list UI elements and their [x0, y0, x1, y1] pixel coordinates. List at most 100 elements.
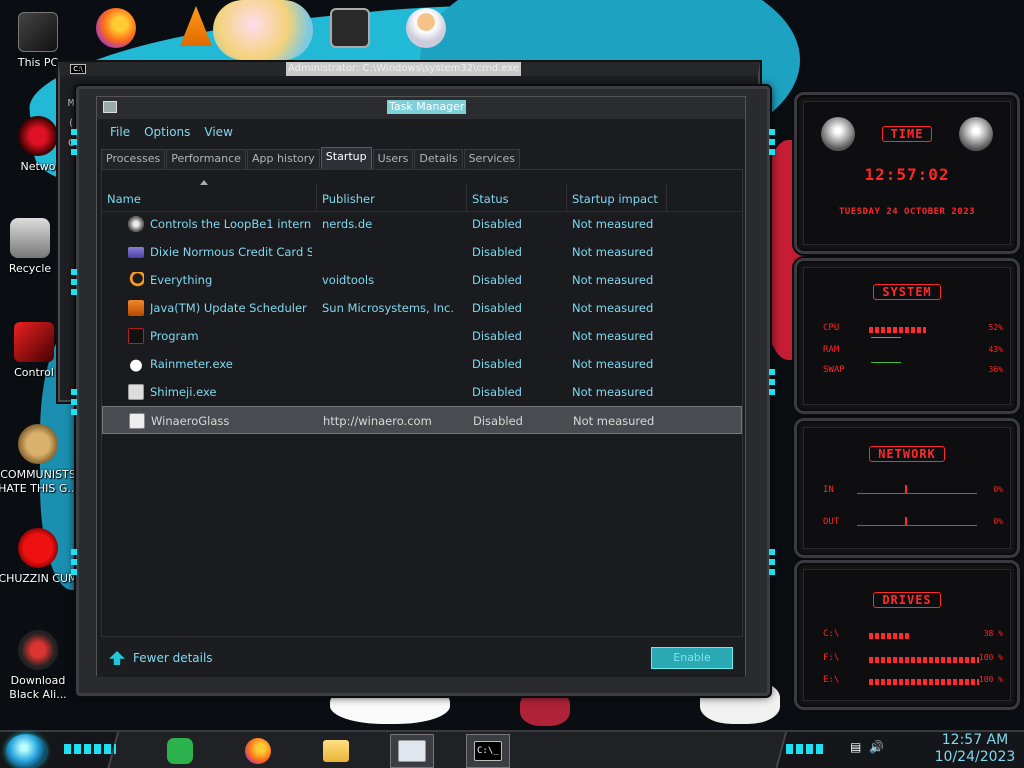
taskbar-cmd[interactable]: C:\_ — [466, 734, 510, 768]
table-row[interactable]: Everything voidtools Disabled Not measur… — [102, 266, 742, 294]
desktop-icon-firefox[interactable] — [74, 8, 158, 52]
title-bar[interactable]: Task Manager — [97, 97, 745, 119]
table-row[interactable]: Controls the LoopBe1 intern... nerds.de … — [102, 210, 742, 238]
tab-processes[interactable]: Processes — [101, 149, 166, 169]
table-row[interactable]: Program Disabled Not measured — [102, 322, 742, 350]
table-row[interactable]: Rainmeter.exe Disabled Not measured — [102, 350, 742, 378]
network-out-graph — [857, 517, 977, 526]
drive-c-bar — [869, 633, 911, 639]
column-header-startup-impact[interactable]: Startup impact — [572, 192, 658, 206]
network-tray-icon[interactable]: ▤ — [850, 740, 861, 754]
tab-bar: Processes Performance App history Startu… — [101, 147, 521, 169]
tab-users[interactable]: Users — [372, 149, 414, 169]
chuzzle-icon — [18, 528, 58, 568]
desktop-icon-doctor[interactable] — [384, 8, 468, 52]
fewer-details-label: Fewer details — [133, 651, 213, 665]
money-bag-icon — [18, 424, 58, 464]
file-explorer-icon — [323, 740, 349, 762]
desktop-icon-maze[interactable] — [308, 8, 392, 52]
cmd-icon: C:\_ — [474, 741, 502, 761]
doctor-icon — [406, 8, 446, 48]
tab-performance[interactable]: Performance — [166, 149, 246, 169]
drive-row-c: C:\ 38 % — [823, 629, 1003, 639]
taskbar-task-manager[interactable] — [390, 734, 434, 768]
cmd-window-title: Administrator: C:\Windows\system32\cmd.e… — [286, 62, 522, 76]
anime-character-icon — [213, 0, 313, 60]
taskbar-feedly[interactable] — [158, 734, 202, 768]
drive-row-e: E:\ 100 % — [823, 675, 1003, 685]
taskbar-firefox[interactable] — [236, 734, 280, 768]
system-row-ram: RAM 43% — [823, 345, 1003, 355]
maze-app-icon — [330, 8, 370, 48]
drive-row-f: F:\ 100 % — [823, 653, 1003, 663]
clock-date: 10/24/2023 — [934, 749, 1016, 765]
column-header-row: Name Publisher Status Startup impact — [102, 170, 742, 212]
taskbar: C:\_ ▤ 🔊 12:57 AM 10/24/2023 — [0, 730, 1024, 768]
desktop-icon-communists[interactable]: COMMUNISTS HATE THIS G... — [0, 424, 80, 496]
column-header-status[interactable]: Status — [472, 192, 509, 206]
drive-f-bar — [869, 657, 979, 663]
desktop-icon-label: COMMUNISTS HATE THIS G... — [0, 468, 78, 495]
system-gadget-title: SYSTEM — [873, 284, 941, 300]
system-row-swap: SWAP 36% — [823, 365, 1003, 375]
table-row[interactable]: Java(TM) Update Scheduler Sun Microsyste… — [102, 294, 742, 322]
drive-e-bar — [869, 679, 979, 685]
start-button[interactable] — [6, 734, 46, 768]
table-row[interactable]: Dixie Normous Credit Card S... Disabled … — [102, 238, 742, 266]
drives-gadget: DRIVES C:\ 38 % F:\ 100 % E:\ 100 % — [794, 560, 1020, 710]
recycle-bin-icon — [10, 218, 50, 258]
tab-services[interactable]: Services — [463, 149, 520, 169]
gadget-date: TUESDAY 24 OCTOBER 2023 — [838, 207, 976, 217]
program-icon — [128, 328, 144, 344]
time-gadget: TIME 12:57:02 TUESDAY 24 OCTOBER 2023 — [794, 92, 1020, 254]
startup-list: Name Publisher Status Startup impact Con… — [101, 169, 743, 637]
network-row-in: IN 0% — [823, 485, 1003, 495]
gadget-clock: 12:57:02 — [864, 165, 950, 184]
sort-ascending-icon — [200, 180, 208, 185]
table-row-selected[interactable]: WinaeroGlass http://winaero.com Disabled… — [102, 406, 742, 434]
time-gadget-title: TIME — [881, 126, 933, 142]
taskbar-clock[interactable]: 12:57 AM 10/24/2023 — [928, 732, 1022, 766]
rainmeter-drop-icon — [128, 356, 144, 372]
drives-gadget-title: DRIVES — [873, 592, 941, 608]
taskbar-file-explorer[interactable] — [314, 734, 358, 768]
java-icon — [128, 300, 144, 316]
firefox-icon — [245, 738, 271, 764]
tab-details[interactable]: Details — [414, 149, 463, 169]
table-row[interactable]: Shimeji.exe Disabled Not measured — [102, 378, 742, 406]
desktop-icon-label: CHUZZIN CUM — [0, 572, 78, 585]
loopbe-icon — [128, 216, 144, 232]
system-gadget: SYSTEM CPU 52% RAM 43% SWAP 36% — [794, 258, 1020, 414]
window-title: Task Manager — [387, 100, 467, 114]
column-header-name[interactable]: Name — [107, 192, 141, 206]
desktop-icon-download-black-alien[interactable]: Download Black Ali... — [0, 630, 80, 702]
collapse-arrow-icon — [109, 651, 125, 665]
everything-search-icon — [128, 272, 144, 288]
menu-file[interactable]: File — [105, 121, 135, 143]
fewer-details-button[interactable]: Fewer details — [109, 651, 213, 665]
network-in-graph — [857, 485, 977, 494]
desktop-icon-anime-shortcut[interactable] — [208, 0, 318, 64]
firefox-icon — [96, 8, 136, 48]
control-panel-icon — [14, 322, 54, 362]
system-row-cpu: CPU 52% — [823, 323, 1003, 333]
column-header-publisher[interactable]: Publisher — [322, 192, 375, 206]
menu-view[interactable]: View — [199, 121, 237, 143]
enable-button[interactable]: Enable — [651, 647, 733, 669]
task-manager-app-icon — [103, 101, 117, 113]
desktop-icon-chuzzin[interactable]: CHUZZIN CUM — [0, 528, 80, 586]
volume-icon[interactable]: 🔊 — [869, 740, 884, 754]
menu-options[interactable]: Options — [139, 121, 195, 143]
alienware-icon — [18, 630, 58, 670]
cmd-window-icon: C:\ — [70, 64, 86, 74]
system-tray: ▤ 🔊 — [850, 740, 884, 754]
menu-bar: File Options View — [97, 121, 745, 143]
winaeroglass-icon — [129, 413, 145, 429]
feedly-icon — [167, 738, 193, 764]
tab-app-history[interactable]: App history — [246, 149, 320, 169]
network-row-out: OUT 0% — [823, 517, 1003, 527]
credit-card-icon — [128, 247, 144, 258]
task-manager-window[interactable]: Task Manager File Options View Processes… — [96, 96, 746, 677]
tab-startup[interactable]: Startup — [320, 147, 372, 169]
shimeji-icon — [128, 384, 144, 400]
